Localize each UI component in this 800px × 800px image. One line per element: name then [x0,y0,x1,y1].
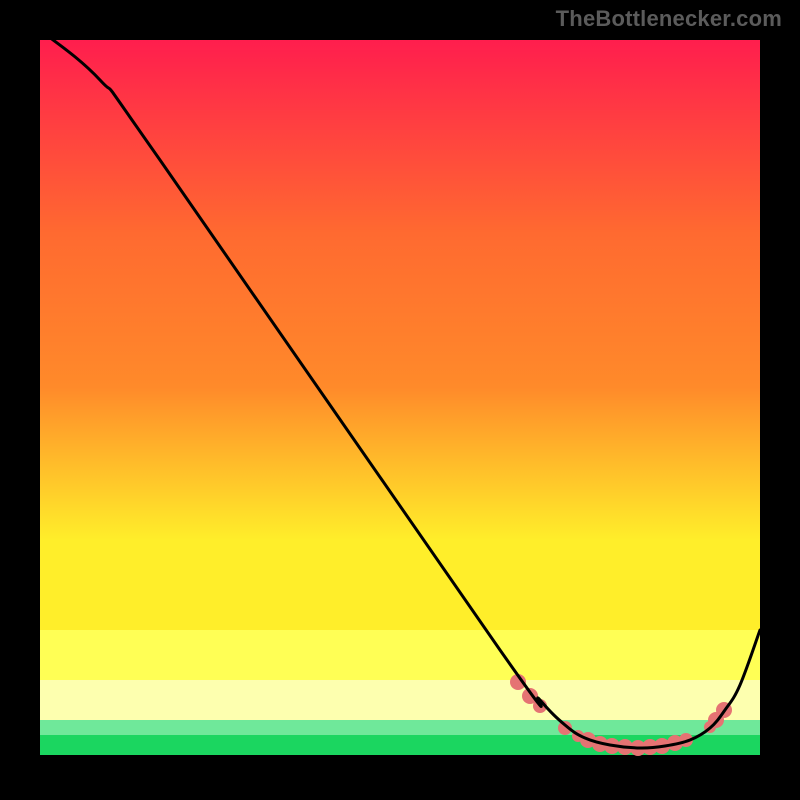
plot-area [40,30,760,756]
band [40,630,760,680]
band [40,720,760,735]
bottleneck-chart [0,0,800,800]
band [40,540,760,630]
watermark-text: TheBottlenecker.com [556,6,782,32]
band [40,30,760,540]
gradient-bands [40,30,760,755]
chart-container: TheBottlenecker.com [0,0,800,800]
band [40,680,760,720]
